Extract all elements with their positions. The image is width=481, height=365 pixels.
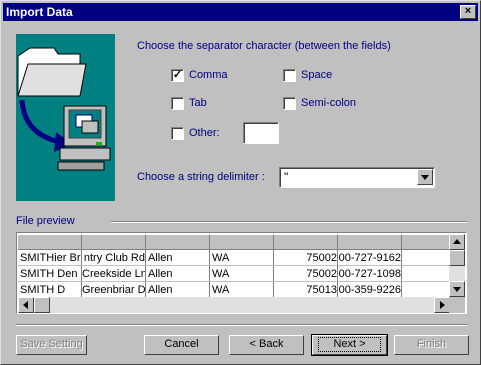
column-header[interactable] — [146, 234, 210, 250]
separator-heading: Choose the separator character (between … — [137, 40, 391, 52]
table-cell: WA — [210, 266, 274, 282]
vertical-scroll-thumb[interactable] — [449, 250, 465, 266]
arrow-left-icon — [23, 301, 28, 309]
horizontal-scroll-thumb[interactable] — [34, 297, 50, 313]
chevron-down-icon — [421, 175, 429, 180]
vertical-scrollbar[interactable] — [449, 234, 465, 297]
window-title: Import Data — [6, 5, 73, 19]
table-cell — [402, 282, 450, 297]
table-cell: Greenbriar Dr — [82, 282, 146, 297]
delimiter-select[interactable]: " — [279, 167, 435, 188]
table-cell: 00-359-9226 — [338, 282, 402, 297]
next-button[interactable]: Next > — [311, 334, 388, 356]
table-cell: 75002 — [274, 266, 338, 282]
column-header[interactable] — [18, 234, 82, 250]
comma-checkbox[interactable]: ✓ — [171, 69, 184, 82]
table-cell: Allen — [146, 282, 210, 297]
scroll-right-button[interactable] — [434, 297, 450, 313]
scroll-left-button[interactable] — [18, 297, 34, 313]
file-preview-label: File preview — [16, 215, 75, 227]
delimiter-value: " — [284, 170, 289, 184]
arrow-up-icon — [453, 239, 461, 244]
semicolon-label: Semi-colon — [301, 97, 357, 109]
semicolon-checkbox[interactable] — [283, 97, 296, 110]
scroll-down-button[interactable] — [449, 281, 465, 297]
scroll-up-button[interactable] — [449, 234, 465, 250]
arrow-down-icon — [453, 287, 461, 292]
preview-divider — [111, 221, 467, 223]
delimiter-dropdown-button[interactable] — [417, 169, 433, 185]
horizontal-scrollbar[interactable] — [18, 297, 450, 313]
column-header[interactable] — [82, 234, 146, 250]
comma-label: Comma — [189, 69, 228, 81]
back-button[interactable]: < Back — [229, 335, 304, 355]
scrollbar-corner — [449, 297, 465, 313]
finish-button[interactable]: Finish — [394, 335, 469, 355]
other-checkbox[interactable] — [171, 127, 184, 140]
tab-checkbox[interactable] — [171, 97, 184, 110]
table-cell: SMITHier Br — [18, 250, 82, 266]
table-cell: WA — [210, 250, 274, 266]
table-cell: Allen — [146, 266, 210, 282]
cancel-button[interactable]: Cancel — [144, 335, 219, 355]
table-cell: ntry Club Rd — [82, 250, 146, 266]
table-cell — [402, 266, 450, 282]
table-cell: Creekside Ln — [82, 266, 146, 282]
table-cell — [402, 250, 450, 266]
space-label: Space — [301, 69, 333, 81]
table-cell: WA — [210, 282, 274, 297]
file-preview-grid[interactable]: SMITHier Br ntry Club Rd Allen WA 75002 … — [16, 232, 467, 314]
close-button[interactable]: × — [460, 5, 476, 19]
title-bar: Import Data × — [3, 3, 478, 21]
button-divider — [16, 324, 467, 326]
import-data-dialog: Import Data × Choose the separator chara… — [0, 0, 481, 365]
table-cell: 00-727-9162 — [338, 250, 402, 266]
close-icon: × — [464, 5, 472, 17]
next-label: Next > — [318, 337, 381, 352]
table-cell: 75002 — [274, 250, 338, 266]
delimiter-label: Choose a string delimiter : — [137, 171, 265, 183]
table-cell: Allen — [146, 250, 210, 266]
other-label: Other: — [189, 127, 220, 139]
preview-table: SMITHier Br ntry Club Rd Allen WA 75002 … — [18, 234, 450, 297]
table-cell: SMITH D — [18, 282, 82, 297]
column-header[interactable] — [402, 234, 450, 250]
save-setting-button[interactable]: Save Setting — [16, 335, 87, 355]
table-cell: SMITH Den — [18, 266, 82, 282]
folder-to-computer-icon — [17, 47, 111, 171]
tab-label: Tab — [189, 97, 207, 109]
other-separator-input[interactable] — [243, 122, 279, 144]
arrow-right-icon — [440, 301, 445, 309]
column-header[interactable] — [210, 234, 274, 250]
space-checkbox[interactable] — [283, 69, 296, 82]
column-header[interactable] — [338, 234, 402, 250]
wizard-illustration — [16, 34, 115, 201]
column-header[interactable] — [274, 234, 338, 250]
table-cell: 00-727-1098 — [338, 266, 402, 282]
table-cell: 75013 — [274, 282, 338, 297]
